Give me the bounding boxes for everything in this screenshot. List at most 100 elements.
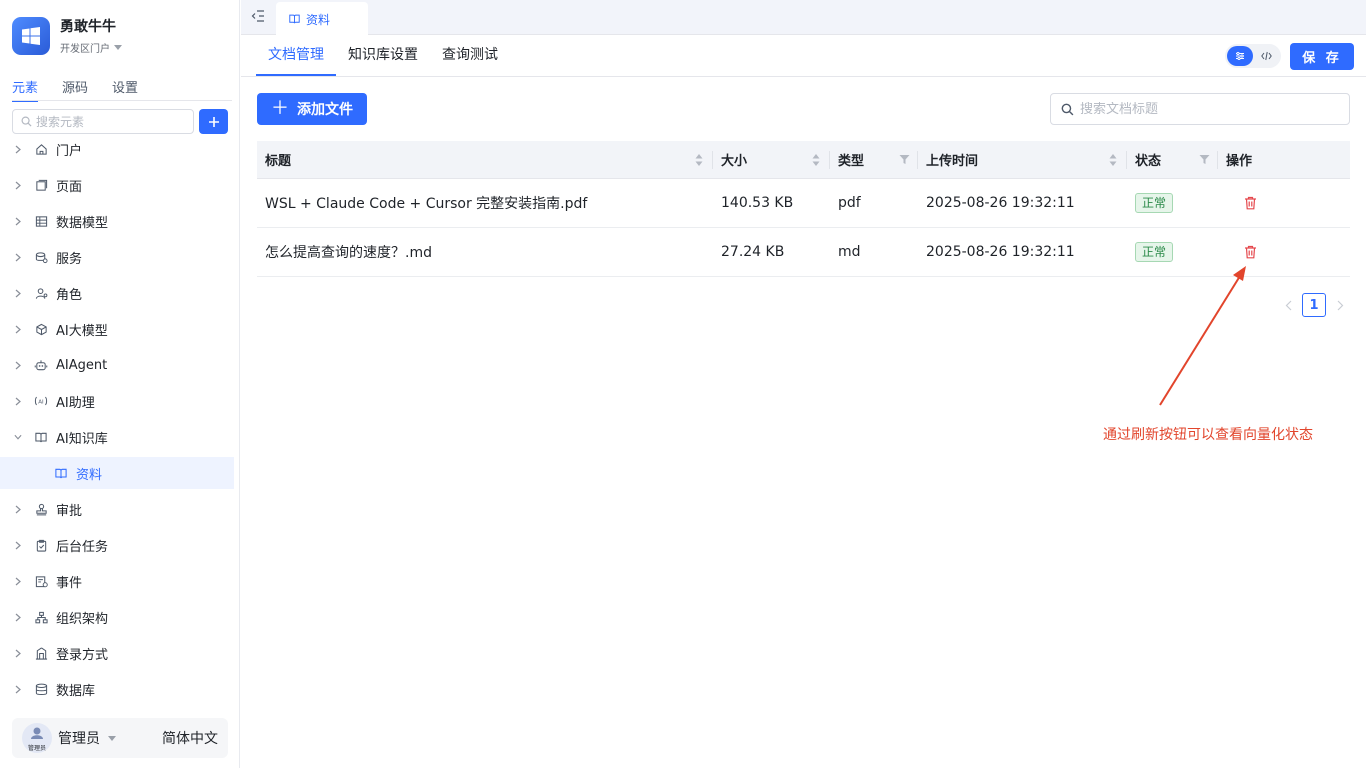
tab-elements[interactable]: 元素 — [12, 77, 39, 102]
sidebar-item-organization[interactable]: 组织架构 — [0, 599, 234, 635]
sidebar-item-label: AI知识库 — [56, 431, 108, 447]
chevron-right-icon — [14, 577, 22, 586]
cell-type: pdf — [838, 195, 861, 211]
sidebar: 勇敢牛牛 开发区门户 元素 源码 设置 门户 页面 — [0, 0, 240, 768]
sidebar-item-background-task[interactable]: 后台任务 — [0, 527, 234, 563]
table-row: 怎么提高查询的速度？.md 27.24 KB md 2025-08-26 19:… — [257, 228, 1350, 277]
sidebar-item-label: 页面 — [56, 179, 83, 195]
sidebar-item-login-method[interactable]: 登录方式 — [0, 635, 234, 671]
sidebar-item-label: 登录方式 — [56, 647, 109, 663]
page-tab-materials[interactable]: 资料 — [276, 2, 368, 36]
sidebar-item-ai-knowledge-base[interactable]: AI知识库 — [0, 419, 234, 455]
sort-icon[interactable] — [1109, 153, 1117, 167]
app-title: 勇敢牛牛 — [60, 18, 116, 35]
code-mode-button[interactable] — [1253, 46, 1279, 66]
column-header-size[interactable]: 大小 — [713, 141, 830, 178]
portal-label: 开发区门户 — [60, 43, 110, 55]
column-title-label: 标题 — [265, 154, 292, 169]
sidebar-item-event[interactable]: 事件 — [0, 563, 234, 599]
cell-upload-time: 2025-08-26 19:32:11 — [926, 244, 1075, 260]
document-table: 标题 大小 类型 上传时间 状态 操作 WSL + Claude Code + … — [257, 141, 1350, 277]
home-icon — [34, 142, 48, 156]
tab-query-test[interactable]: 查询测试 — [430, 36, 510, 76]
database-icon — [34, 682, 48, 696]
sidebar-item-label: 角色 — [56, 287, 83, 303]
sidebar-item-service[interactable]: 服务 — [0, 239, 234, 275]
sidebar-item-role[interactable]: 角色 — [0, 275, 234, 311]
prev-page-icon[interactable] — [1282, 293, 1294, 317]
stamp-icon — [34, 502, 48, 516]
language-switch[interactable]: 简体中文 — [162, 728, 218, 748]
sort-icon[interactable] — [812, 153, 820, 167]
document-search-input[interactable] — [1080, 101, 1330, 117]
login-icon — [34, 646, 48, 660]
sidebar-item-label: 组织架构 — [56, 611, 109, 627]
chevron-right-icon — [14, 649, 22, 658]
page-icon — [34, 178, 48, 192]
sort-icon[interactable] — [695, 153, 703, 167]
chevron-right-icon — [14, 217, 22, 226]
cell-title: WSL + Claude Code + Cursor 完整安装指南.pdf — [265, 196, 588, 212]
chevron-right-icon — [14, 145, 22, 154]
search-icon — [1061, 103, 1074, 115]
robot-icon — [34, 358, 48, 372]
column-size-label: 大小 — [721, 154, 748, 169]
add-file-button[interactable]: ＋ 添加文件 — [257, 93, 367, 125]
app-logo-icon — [12, 17, 50, 55]
save-button[interactable]: 保 存 — [1290, 43, 1354, 70]
sidebar-item-label: 数据模型 — [56, 215, 109, 231]
chevron-right-icon — [14, 397, 22, 406]
user-footer: 管理员 管理员 简体中文 — [12, 718, 228, 758]
tab-document-management[interactable]: 文档管理 — [256, 36, 336, 76]
tab-settings[interactable]: 设置 — [112, 77, 138, 102]
user-name: 管理员 — [58, 731, 100, 747]
task-icon — [34, 538, 48, 552]
sidebar-item-pages[interactable]: 页面 — [0, 167, 234, 203]
pagination: 1 — [1282, 293, 1346, 317]
plus-icon — [208, 116, 219, 127]
tab-source[interactable]: 源码 — [62, 77, 88, 102]
column-header-type[interactable]: 类型 — [830, 141, 918, 178]
next-page-icon[interactable] — [1334, 293, 1346, 317]
delete-icon[interactable] — [1242, 244, 1258, 260]
filter-icon[interactable] — [1199, 154, 1210, 169]
sidebar-item-ai-model[interactable]: AI大模型 — [0, 311, 234, 347]
tab-knowledge-settings[interactable]: 知识库设置 — [336, 36, 430, 76]
page-tab-label: 资料 — [306, 12, 331, 27]
column-header-title[interactable]: 标题 — [257, 141, 713, 178]
cell-size: 140.53 KB — [721, 195, 794, 211]
page-number[interactable]: 1 — [1302, 293, 1326, 317]
sidebar-item-label: 后台任务 — [56, 539, 109, 555]
chevron-right-icon — [14, 289, 22, 298]
cell-upload-time: 2025-08-26 19:32:11 — [926, 195, 1075, 211]
design-mode-button[interactable] — [1227, 46, 1253, 66]
sidebar-item-label: 资料 — [76, 467, 103, 483]
cell-title: 怎么提高查询的速度？.md — [265, 245, 432, 261]
sidebar-item-database[interactable]: 数据库 — [0, 671, 234, 707]
portal-selector[interactable]: 开发区门户 — [60, 40, 122, 55]
sidebar-item-data-model[interactable]: 数据模型 — [0, 203, 234, 239]
sidebar-item-label: 数据库 — [56, 683, 96, 699]
column-header-upload-time[interactable]: 上传时间 — [918, 141, 1127, 178]
element-search-input[interactable] — [36, 114, 186, 129]
filter-icon[interactable] — [899, 154, 910, 169]
annotation-text: 通过刷新按钮可以查看向量化状态 — [1103, 427, 1313, 443]
column-actions-label: 操作 — [1226, 154, 1253, 169]
ai-assistant-icon: AI — [34, 394, 48, 408]
collapse-sidebar-icon[interactable] — [251, 9, 265, 27]
table-icon — [34, 214, 48, 228]
delete-icon[interactable] — [1242, 195, 1258, 211]
column-header-status[interactable]: 状态 — [1127, 141, 1218, 178]
sidebar-item-ai-assistant[interactable]: AI AI助理 — [0, 383, 234, 419]
sidebar-item-approval[interactable]: 审批 — [0, 491, 234, 527]
view-mode-toggle — [1225, 44, 1281, 68]
caret-down-icon — [108, 735, 116, 741]
sidebar-item-ai-agent[interactable]: AIAgent — [0, 347, 234, 383]
avatar[interactable]: 管理员 — [22, 723, 52, 753]
chevron-down-icon — [14, 434, 22, 440]
sidebar-item-portal[interactable]: 门户 — [0, 131, 234, 167]
sidebar-item-label: AI大模型 — [56, 323, 108, 339]
user-menu[interactable]: 管理员 — [58, 728, 116, 748]
caret-down-icon — [114, 44, 122, 50]
sidebar-item-materials[interactable]: 资料 — [0, 457, 234, 489]
